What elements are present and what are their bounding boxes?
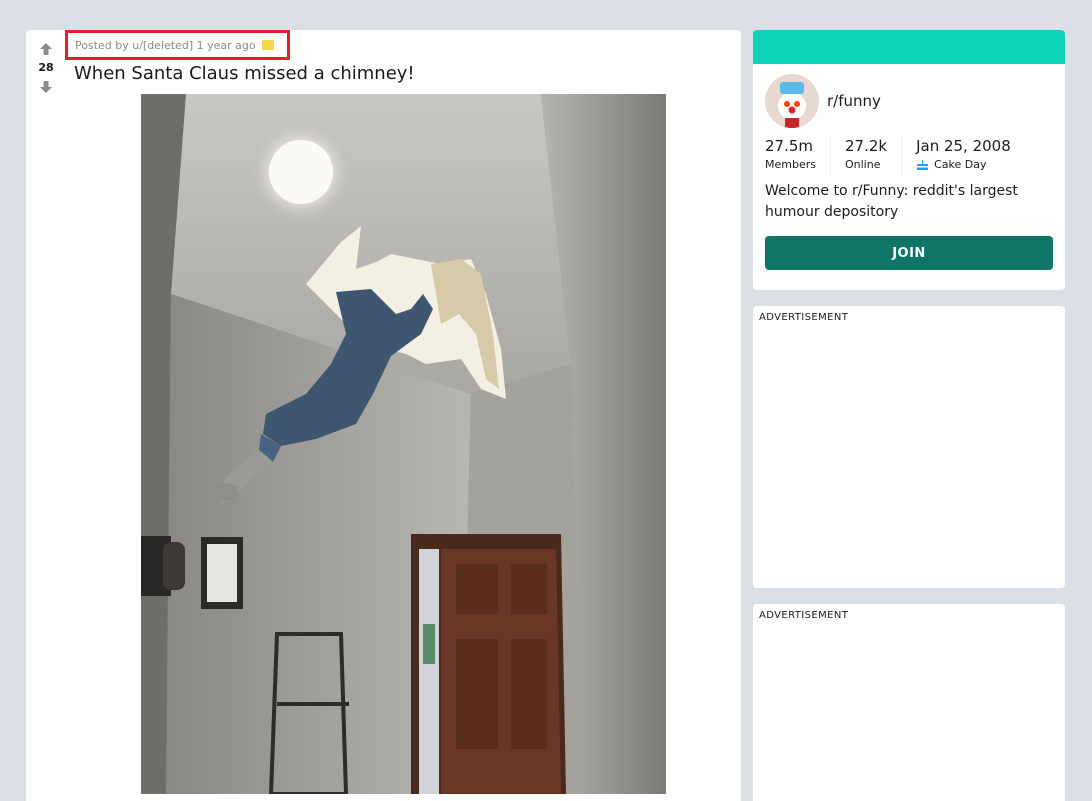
funny-snoo-icon xyxy=(765,74,819,128)
vote-count: 28 xyxy=(38,61,54,74)
upvote-icon xyxy=(40,43,52,55)
cake-day-row: Cake Day xyxy=(916,156,1011,174)
downvote-icon xyxy=(40,81,52,93)
community-avatar[interactable] xyxy=(765,74,819,128)
post-meta-text[interactable]: Posted by u/[deleted] 1 year ago xyxy=(75,39,256,52)
upvote-button[interactable] xyxy=(34,38,58,60)
community-name[interactable]: r/funny xyxy=(827,92,881,110)
join-button[interactable]: JOIN xyxy=(765,236,1053,270)
community-description: Welcome to r/Funny: reddit's largest hum… xyxy=(765,183,1018,220)
community-banner xyxy=(753,30,1065,64)
advertisement-card[interactable]: ADVERTISEMENT xyxy=(753,604,1065,801)
created-stat: Jan 25, 2008 Cake Day xyxy=(916,136,1025,176)
members-count: 27.5m xyxy=(765,137,814,155)
advertisement-card[interactable]: ADVERTISEMENT xyxy=(753,306,1065,588)
advertisement-label: ADVERTISEMENT xyxy=(759,610,849,621)
vote-column: 28 xyxy=(34,38,58,98)
downvote-button[interactable] xyxy=(34,76,58,98)
community-header: r/funny xyxy=(765,74,881,128)
post-photo xyxy=(141,94,666,794)
created-date: Jan 25, 2008 xyxy=(916,137,1011,155)
post-image[interactable] xyxy=(141,94,666,794)
online-stat: 27.2k Online xyxy=(844,136,903,176)
community-card: r/funny 27.5m Members 27.2k Online Jan 2… xyxy=(753,30,1065,290)
cake-day-label: Cake Day xyxy=(934,158,987,171)
post-meta: Posted by u/[deleted] 1 year ago xyxy=(65,30,290,60)
online-count: 27.2k xyxy=(844,137,888,155)
online-label: Online xyxy=(844,158,881,171)
post-card: 28 Posted by u/[deleted] 1 year ago When… xyxy=(26,30,741,801)
community-stats: 27.5m Members 27.2k Online Jan 25, 2008 … xyxy=(765,136,1039,176)
award-icon[interactable] xyxy=(261,40,274,50)
members-stat: 27.5m Members xyxy=(765,136,831,176)
post-title[interactable]: When Santa Claus missed a chimney! xyxy=(74,63,415,84)
members-label: Members xyxy=(765,158,816,171)
cake-icon xyxy=(917,160,929,170)
advertisement-label: ADVERTISEMENT xyxy=(759,312,849,323)
